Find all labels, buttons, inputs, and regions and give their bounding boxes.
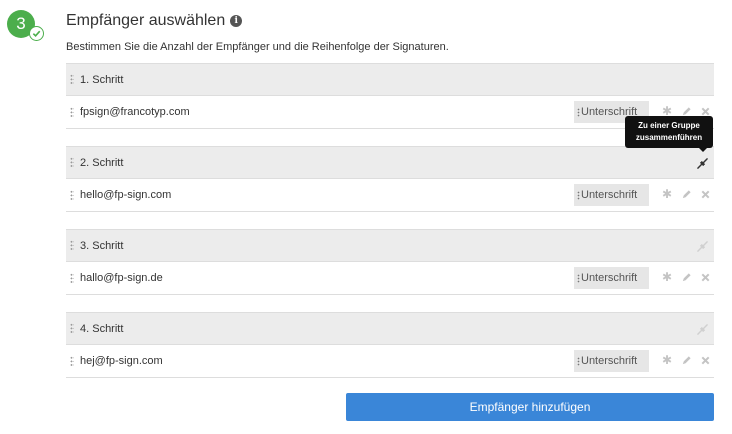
drag-handle-icon [577,190,580,200]
drag-handle-icon[interactable] [70,323,74,334]
step-block: 3. Schritt hallo@fp-sign.de Unterschrift… [66,229,714,295]
recipient-email: fpsign@francotyp.com [80,106,190,118]
section-description: Bestimmen Sie die Anzahl der Empfänger u… [66,41,449,53]
info-icon[interactable]: i [230,15,243,27]
role-label: Unterschrift [581,355,638,367]
settings-icon[interactable]: ✱ [661,270,673,284]
role-select[interactable]: Unterschrift [574,350,649,372]
role-label: Unterschrift [581,189,638,201]
recipient-row[interactable]: hello@fp-sign.com Unterschrift ✱ [66,179,714,212]
step-header[interactable]: 2. Schritt [66,146,714,179]
recipient-row[interactable]: fpsign@francotyp.com Unterschrift ✱ [66,96,714,129]
drag-handle-icon[interactable] [70,272,74,284]
role-label: Unterschrift [581,272,638,284]
step-block: 2. Schritt hello@fp-sign.com Unterschrif… [66,146,714,212]
merge-icon[interactable] [695,156,709,170]
tooltip-line: zusammenführen [635,133,703,142]
delete-icon[interactable] [699,187,711,201]
recipient-email: hej@fp-sign.com [80,355,163,367]
delete-icon[interactable] [699,353,711,367]
recipient-row[interactable]: hallo@fp-sign.de Unterschrift ✱ [66,262,714,295]
step-label: 1. Schritt [80,73,124,86]
drag-handle-icon [577,273,580,283]
drag-handle-icon[interactable] [70,355,74,367]
drag-handle-icon[interactable] [70,74,74,85]
recipient-row[interactable]: hej@fp-sign.com Unterschrift ✱ [66,345,714,378]
drag-handle-icon [577,356,580,366]
settings-icon[interactable]: ✱ [661,187,673,201]
drag-handle-icon[interactable] [70,106,74,118]
step-header[interactable]: 4. Schritt [66,312,714,345]
step-label: 4. Schritt [80,322,124,335]
edit-icon[interactable] [680,353,692,367]
step-label: 2. Schritt [80,156,124,169]
step-block: 4. Schritt hej@fp-sign.com Unterschrift … [66,312,714,378]
drag-handle-icon[interactable] [70,240,74,251]
edit-icon[interactable] [680,270,692,284]
step-label: 3. Schritt [80,239,124,252]
tooltip-line: Zu einer Gruppe [638,121,700,130]
drag-handle-icon[interactable] [70,157,74,168]
step-block: 1. Schritt fpsign@francotyp.com Untersch… [66,63,714,129]
role-select[interactable]: Unterschrift [574,267,649,289]
merge-tooltip: Zu einer Gruppe zusammenführen [625,116,713,152]
add-recipient-button[interactable]: Empfänger hinzufügen [346,393,714,421]
step-number: 3 [16,14,26,33]
merge-icon[interactable] [695,239,709,253]
step-header[interactable]: 1. Schritt [66,63,714,96]
recipient-email: hello@fp-sign.com [80,189,172,201]
edit-icon[interactable] [680,187,692,201]
role-select[interactable]: Unterschrift [574,184,649,206]
settings-icon[interactable]: ✱ [661,353,673,367]
merge-icon[interactable] [695,322,709,336]
delete-icon[interactable] [699,270,711,284]
recipient-email: hallo@fp-sign.de [80,272,163,284]
step-header[interactable]: 3. Schritt [66,229,714,262]
check-icon [29,26,44,41]
section-title: Empfänger auswählen [66,12,226,29]
drag-handle-icon[interactable] [70,189,74,201]
recipient-steps: 1. Schritt fpsign@francotyp.com Untersch… [66,63,714,395]
drag-handle-icon [577,107,580,117]
